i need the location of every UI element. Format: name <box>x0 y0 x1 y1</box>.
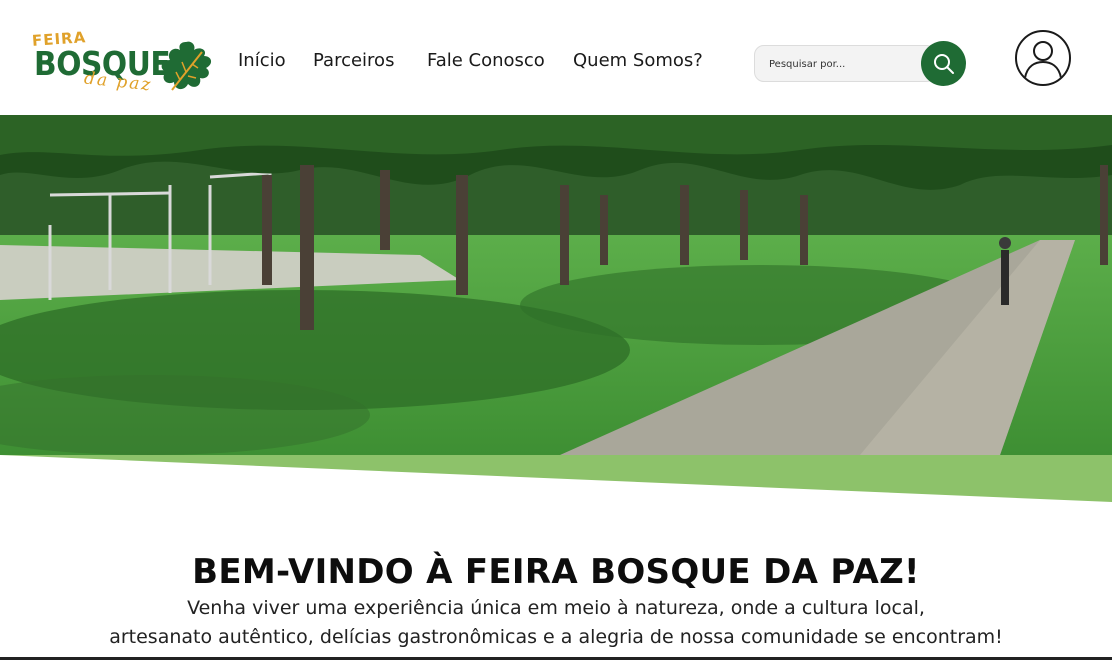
search-input[interactable] <box>769 54 919 74</box>
nav-item-parceiros[interactable]: Parceiros <box>313 50 394 71</box>
site-header: FEIRA BOSQUE da paz Início Parceiros Fal… <box>0 0 1112 115</box>
site-logo[interactable]: FEIRA BOSQUE da paz <box>30 28 214 100</box>
search-icon <box>933 53 954 74</box>
search-button[interactable] <box>921 41 966 86</box>
nav-item-quem-somos[interactable]: Quem Somos? <box>573 50 703 71</box>
welcome-text-line-2: artesanato autêntico, delícias gastronôm… <box>109 626 1003 648</box>
hero-park-image <box>0 115 1112 455</box>
hero-divider-band <box>0 455 1112 502</box>
welcome-text-line-1: Venha viver uma experiência única em mei… <box>187 597 925 619</box>
nav-item-fale-conosco[interactable]: Fale Conosco <box>427 50 545 71</box>
user-account-button[interactable] <box>1015 30 1071 86</box>
user-icon <box>1024 41 1062 79</box>
park-scene <box>0 115 1112 455</box>
oak-leaf-icon <box>161 41 212 91</box>
nav-item-inicio[interactable]: Início <box>238 50 286 71</box>
search-box <box>754 45 936 82</box>
welcome-title: BEM-VINDO À FEIRA BOSQUE DA PAZ! <box>192 552 920 592</box>
